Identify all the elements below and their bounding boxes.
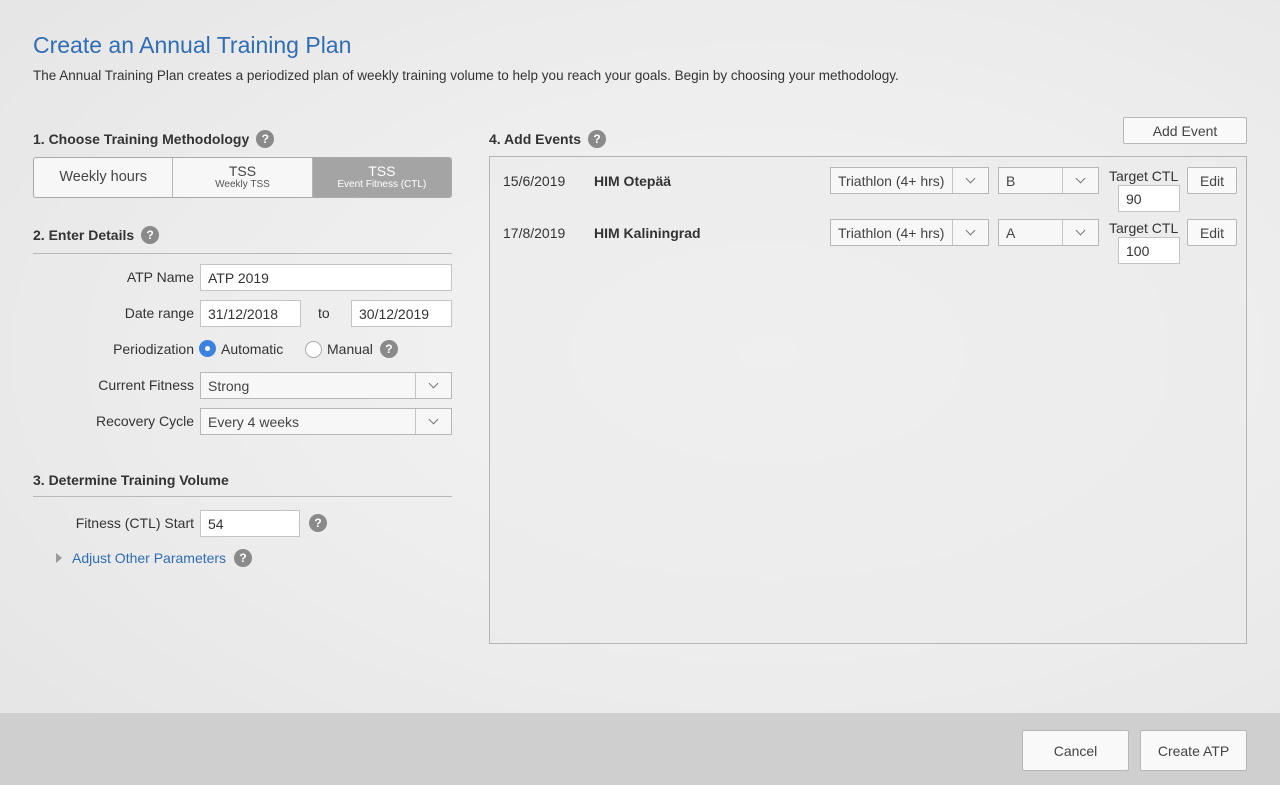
chevron-down-icon	[415, 373, 451, 398]
adjust-parameters-link[interactable]: Adjust Other Parameters	[72, 550, 226, 566]
ctl-start-label: Fitness (CTL) Start	[75, 515, 194, 531]
section-details-label: 2. Enter Details	[33, 227, 135, 243]
adjust-parameters-toggle[interactable]: Adjust Other Parameters ?	[56, 549, 253, 567]
create-atp-button[interactable]: Create ATP	[1140, 730, 1247, 771]
event-priority-value: B	[1006, 172, 1016, 189]
date-range-label: Date range	[124, 305, 194, 321]
add-event-button[interactable]: Add Event	[1123, 117, 1247, 144]
methodology-segmented-control: Weekly hours TSS Weekly TSS TSS Event Fi…	[33, 157, 452, 198]
event-priority-select[interactable]: A	[998, 219, 1099, 246]
methodology-option-sublabel: Event Fitness (CTL)	[337, 179, 427, 190]
help-icon[interactable]: ?	[588, 130, 607, 148]
page-subtitle: The Annual Training Plan creates a perio…	[33, 68, 899, 83]
section-volume: 3. Determine Training Volume	[33, 472, 229, 488]
methodology-option-sublabel: Weekly TSS	[215, 179, 270, 190]
ctl-start-input[interactable]: 54	[200, 510, 300, 537]
disclosure-triangle-icon	[56, 553, 62, 563]
methodology-option-weekly-tss[interactable]: TSS Weekly TSS	[173, 158, 313, 197]
chevron-down-icon	[1062, 168, 1098, 193]
help-icon[interactable]: ?	[309, 514, 327, 532]
date-from-input[interactable]: 31/12/2018	[200, 300, 301, 327]
recovery-cycle-select[interactable]: Every 4 weeks	[200, 408, 452, 435]
section-methodology-label: 1. Choose Training Methodology	[33, 131, 250, 147]
divider	[33, 496, 452, 497]
target-ctl-input[interactable]: 90	[1118, 185, 1180, 212]
radio-unselected-icon	[305, 340, 322, 358]
atp-name-input[interactable]: ATP 2019	[200, 264, 452, 291]
target-ctl-label: Target CTL	[1109, 220, 1179, 236]
periodization-automatic-label: Automatic	[221, 340, 284, 357]
current-fitness-select[interactable]: Strong	[200, 372, 452, 399]
methodology-option-label: TSS	[368, 163, 396, 179]
radio-selected-icon	[199, 340, 216, 357]
methodology-option-weekly-hours[interactable]: Weekly hours	[34, 158, 174, 197]
date-to-input[interactable]: 30/12/2019	[351, 300, 452, 327]
event-date: 15/6/2019	[503, 173, 566, 189]
divider	[33, 253, 452, 254]
target-ctl-label: Target CTL	[1109, 168, 1179, 184]
help-icon[interactable]: ?	[141, 226, 160, 244]
event-priority-value: A	[1006, 224, 1016, 241]
current-fitness-label: Current Fitness	[98, 377, 194, 393]
cancel-button[interactable]: Cancel	[1022, 730, 1129, 771]
event-priority-select[interactable]: B	[998, 167, 1099, 194]
periodization-manual-label: Manual	[327, 341, 373, 357]
chevron-down-icon	[415, 409, 451, 434]
help-icon[interactable]: ?	[379, 340, 398, 358]
current-fitness-value: Strong	[208, 377, 250, 394]
section-details: 2. Enter Details ?	[33, 226, 160, 244]
target-ctl-input[interactable]: 100	[1118, 237, 1180, 264]
event-type-select[interactable]: Triathlon (4+ hrs)	[830, 167, 989, 194]
atp-name-label: ATP Name	[126, 269, 194, 285]
date-to-label: to	[318, 305, 330, 321]
methodology-option-label: Weekly hours	[59, 169, 147, 185]
section-events: 4. Add Events ?	[489, 130, 607, 148]
event-type-select[interactable]: Triathlon (4+ hrs)	[830, 219, 989, 246]
help-icon[interactable]: ?	[234, 549, 253, 567]
help-icon[interactable]: ?	[256, 130, 275, 148]
periodization-automatic-radio[interactable]: Automatic	[199, 340, 283, 357]
chevron-down-icon	[952, 168, 988, 193]
recovery-cycle-value: Every 4 weeks	[208, 413, 300, 430]
section-methodology: 1. Choose Training Methodology ?	[33, 130, 275, 148]
edit-event-button[interactable]: Edit	[1187, 219, 1237, 246]
periodization-label: Periodization	[113, 341, 194, 357]
event-name: HIM Kaliningrad	[594, 225, 701, 241]
recovery-cycle-label: Recovery Cycle	[95, 413, 194, 429]
methodology-option-event-fitness[interactable]: TSS Event Fitness (CTL)	[312, 158, 451, 197]
chevron-down-icon	[1062, 220, 1098, 245]
section-events-label: 4. Add Events	[489, 131, 582, 147]
event-type-value: Triathlon (4+ hrs)	[838, 172, 945, 189]
periodization-manual-radio[interactable]: Manual ?	[305, 340, 398, 358]
event-name: HIM Otepää	[594, 173, 672, 189]
section-volume-label: 3. Determine Training Volume	[33, 472, 229, 488]
event-type-value: Triathlon (4+ hrs)	[838, 224, 945, 241]
page-title: Create an Annual Training Plan	[33, 32, 352, 58]
event-date: 17/8/2019	[503, 225, 566, 241]
chevron-down-icon	[952, 220, 988, 245]
methodology-option-label: TSS	[228, 163, 257, 179]
edit-event-button[interactable]: Edit	[1187, 167, 1237, 194]
